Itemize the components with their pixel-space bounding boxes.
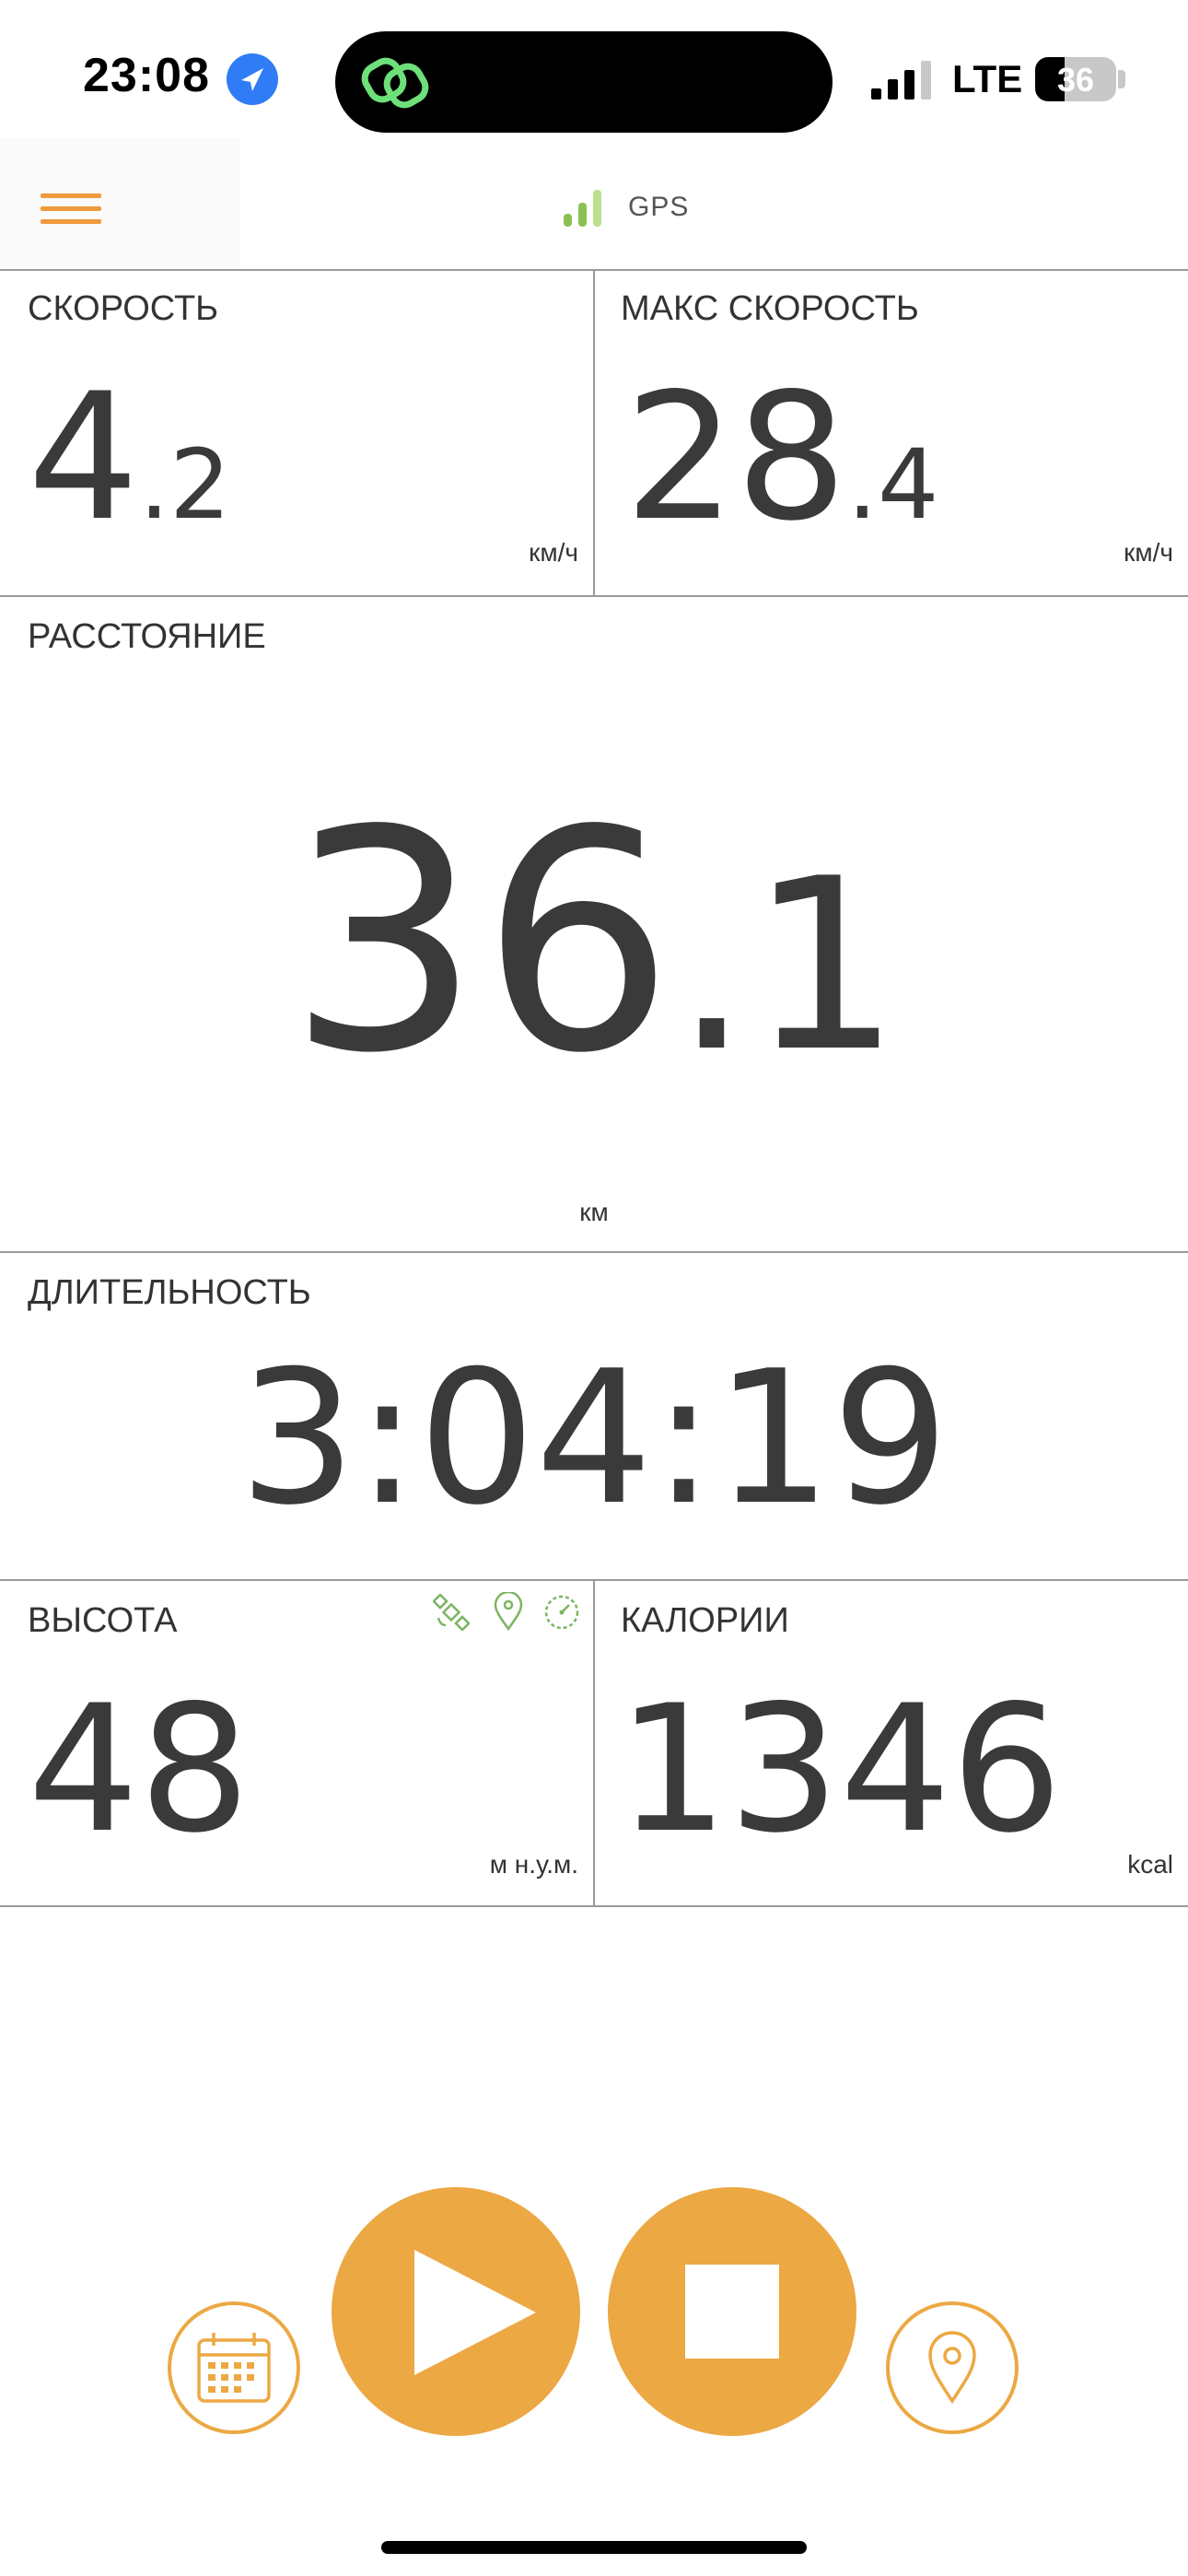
gauge-icon (544, 1595, 579, 1630)
satellite-icon (433, 1594, 470, 1631)
gps-label: GPS (628, 192, 690, 222)
app-bar: GPS (0, 138, 1188, 271)
location-arrow-icon (227, 53, 278, 105)
altitude-value: 48 (28, 1668, 250, 1871)
altitude-tile[interactable]: ВЫСОТА 48 м н.у.м. (0, 1581, 595, 1907)
linked-rings-icon (361, 57, 429, 109)
speed-value: 4.2 (28, 356, 231, 559)
distance-unit: км (579, 1198, 609, 1226)
duration-label: ДЛИТЕЛЬНОСТЬ (28, 1273, 311, 1312)
max-speed-tile[interactable]: МАКС СКОРОСТЬ 28.4 км/ч (595, 269, 1188, 597)
speed-label: СКОРОСТЬ (28, 289, 219, 328)
status-bar: 23:08 LTE 36 (0, 0, 1188, 138)
distance-tile[interactable]: РАССТОЯНИЕ 36.1 км (0, 597, 1188, 1253)
history-button[interactable] (168, 2301, 300, 2434)
calories-unit: kcal (1127, 1850, 1173, 1879)
max-speed-value: 28.4 (624, 356, 939, 559)
battery-nub (1118, 70, 1125, 88)
stop-button[interactable] (608, 2187, 856, 2436)
menu-button[interactable] (0, 138, 239, 267)
play-icon (414, 2250, 536, 2375)
home-indicator[interactable] (381, 2541, 807, 2554)
stop-icon (685, 2265, 779, 2359)
status-time: 23:08 (83, 49, 210, 102)
signal-bars-icon (564, 190, 601, 227)
battery-level: 36 (1056, 61, 1095, 99)
duration-value: 3:04:19 (239, 1331, 949, 1546)
map-pin-icon (494, 1592, 523, 1631)
max-speed-label: МАКС СКОРОСТЬ (621, 289, 919, 328)
distance-label: РАССТОЯНИЕ (28, 617, 266, 656)
cellular-signal-icon (871, 61, 931, 100)
map-button[interactable] (886, 2301, 1019, 2434)
altitude-label: ВЫСОТА (28, 1601, 178, 1640)
calories-value: 1346 (617, 1668, 1063, 1871)
altitude-unit: м н.у.м. (489, 1850, 578, 1879)
dynamic-island[interactable] (335, 31, 833, 133)
calories-label: КАЛОРИИ (621, 1601, 789, 1640)
calories-tile[interactable]: КАЛОРИИ 1346 kcal (595, 1581, 1188, 1907)
calendar-icon (197, 2333, 271, 2403)
network-type: LTE (952, 57, 1023, 100)
max-speed-unit: км/ч (1124, 538, 1173, 567)
battery-icon: 36 (1035, 57, 1116, 101)
speed-unit: км/ч (529, 538, 578, 567)
play-button[interactable] (332, 2187, 580, 2436)
duration-tile[interactable]: ДЛИТЕЛЬНОСТЬ 3:04:19 (0, 1253, 1188, 1581)
speed-tile[interactable]: СКОРОСТЬ 4.2 км/ч (0, 269, 595, 597)
distance-value: 36.1 (287, 766, 901, 1119)
location-pin-icon (928, 2331, 976, 2405)
